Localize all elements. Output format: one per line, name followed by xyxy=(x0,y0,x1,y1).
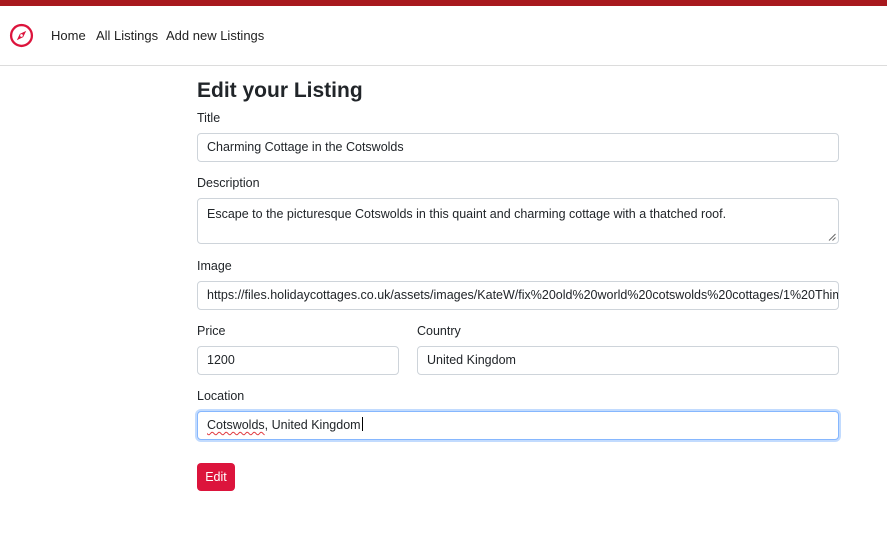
location-input[interactable]: Cotswolds, United Kingdom xyxy=(197,411,839,440)
price-input[interactable]: 1200 xyxy=(197,346,399,375)
location-rest-text: , United Kingdom xyxy=(264,418,361,432)
compass-icon[interactable] xyxy=(9,23,34,48)
nav-link-all-listings[interactable]: All Listings xyxy=(96,28,158,43)
nav-link-add-new-listings[interactable]: Add new Listings xyxy=(166,28,264,43)
country-label: Country xyxy=(417,324,461,338)
page-title: Edit your Listing xyxy=(197,79,363,102)
description-label: Description xyxy=(197,176,260,190)
country-input[interactable]: United Kingdom xyxy=(417,346,839,375)
location-misspelled-word: Cotswolds xyxy=(207,418,265,432)
navbar: Home All Listings Add new Listings xyxy=(0,6,887,66)
price-label: Price xyxy=(197,324,226,338)
location-label: Location xyxy=(197,389,245,403)
image-url-input[interactable]: https://files.holidaycottages.co.uk/asse… xyxy=(197,281,839,310)
text-caret xyxy=(361,417,363,431)
description-text: Escape to the picturesque Cotswolds in t… xyxy=(207,207,727,221)
edit-button[interactable]: Edit xyxy=(197,463,235,491)
title-input[interactable]: Charming Cottage in the Cotswolds xyxy=(197,133,839,162)
title-label: Title xyxy=(197,111,221,125)
image-label: Image xyxy=(197,259,232,273)
resize-handle-icon[interactable] xyxy=(828,233,836,241)
nav-link-home[interactable]: Home xyxy=(51,28,86,43)
description-textarea[interactable]: Escape to the picturesque Cotswolds in t… xyxy=(197,198,839,244)
